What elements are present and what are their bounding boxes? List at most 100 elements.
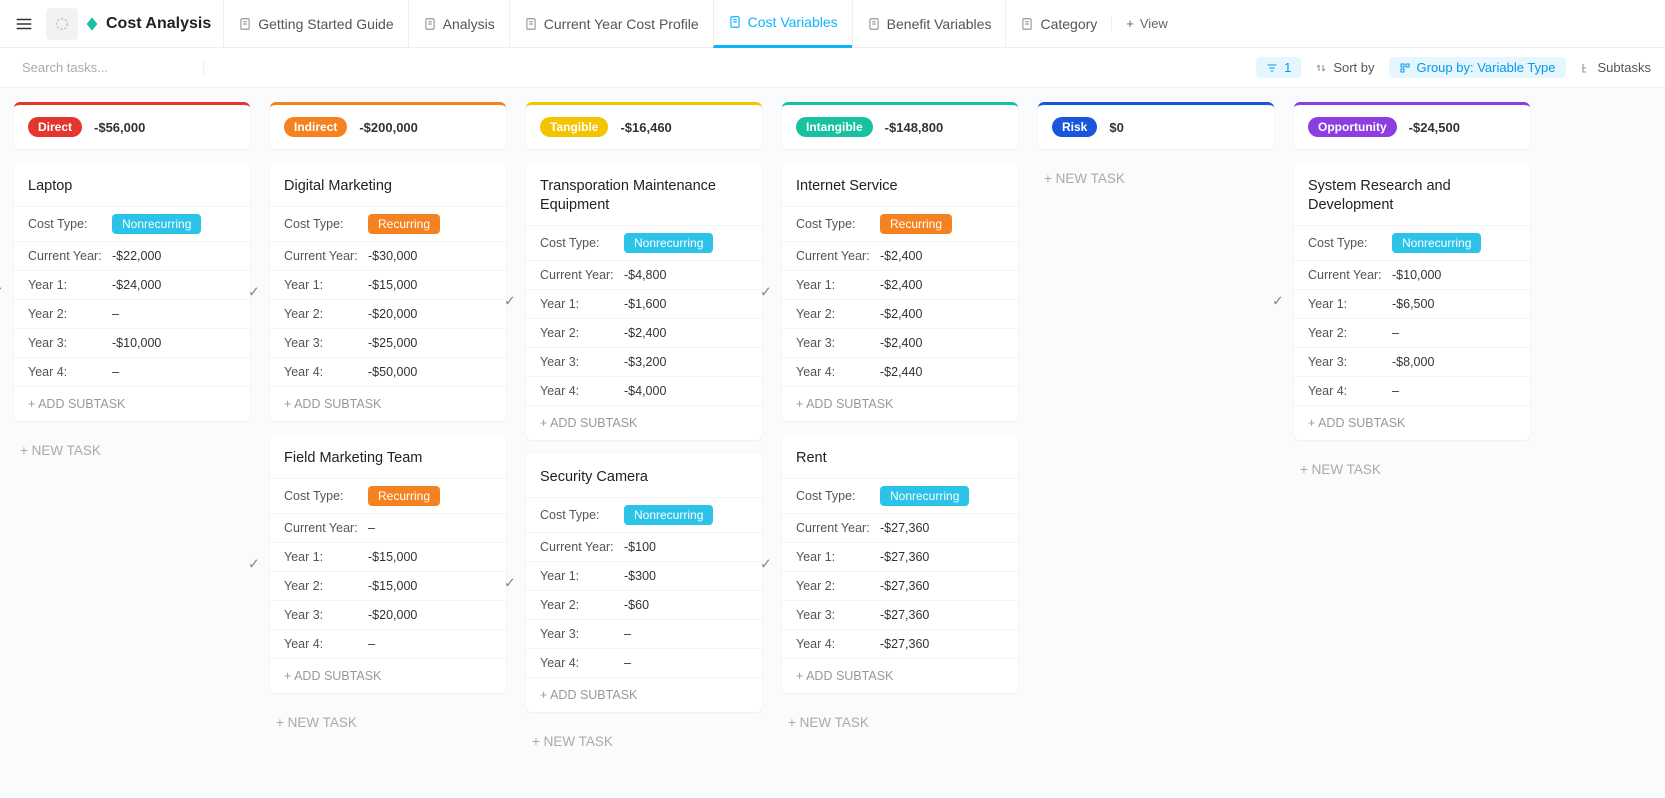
row-label: Year 3:	[540, 355, 624, 369]
row-value: –	[368, 637, 375, 651]
tab-label: Current Year Cost Profile	[544, 16, 699, 32]
new-task-button[interactable]: + NEW TASK	[14, 435, 250, 466]
new-task-button[interactable]: + NEW TASK	[270, 707, 506, 738]
row-value: -$3,200	[624, 355, 666, 369]
task-card[interactable]: Transporation Maintenance Equipment Cost…	[526, 163, 762, 440]
add-view-button[interactable]: + View	[1111, 16, 1182, 31]
column-amount: -$16,460	[620, 120, 671, 135]
task-card[interactable]: Internet Service Cost Type: Recurring Cu…	[782, 163, 1018, 421]
card-wrap: ✓ Internet Service Cost Type: Recurring …	[782, 163, 1018, 421]
cost-type-chip: Nonrecurring	[112, 214, 201, 234]
row-year4: Year 4:–	[1294, 376, 1530, 405]
row-current-year: Current Year:-$4,800	[526, 260, 762, 289]
check-icon[interactable]: ✓	[0, 283, 4, 300]
task-card[interactable]: Field Marketing Team Cost Type: Recurrin…	[270, 435, 506, 693]
check-icon[interactable]: ✓	[760, 283, 772, 300]
column-risk: Risk$0 + NEW TASK	[1038, 102, 1274, 194]
row-label: Year 2:	[540, 598, 624, 612]
add-subtask-button[interactable]: + ADD SUBTASK	[782, 386, 1018, 421]
column-header[interactable]: Opportunity-$24,500	[1294, 102, 1530, 149]
filter-count-pill[interactable]: 1	[1256, 57, 1301, 78]
add-subtask-button[interactable]: + ADD SUBTASK	[270, 386, 506, 421]
row-label: Year 2:	[284, 579, 368, 593]
tab-category[interactable]: Category	[1005, 0, 1111, 48]
tab-analysis[interactable]: Analysis	[408, 0, 509, 48]
add-subtask-button[interactable]: + ADD SUBTASK	[270, 658, 506, 693]
check-icon[interactable]: ✓	[248, 283, 260, 300]
card-title: Rent	[782, 447, 1018, 478]
row-label: Cost Type:	[28, 217, 112, 231]
column-header[interactable]: Indirect-$200,000	[270, 102, 506, 149]
sort-icon	[1315, 62, 1327, 74]
row-year1: Year 1:-$1,600	[526, 289, 762, 318]
column-header[interactable]: Tangible -$16,460	[526, 102, 762, 149]
task-card[interactable]: Digital Marketing Cost Type: Recurring C…	[270, 163, 506, 421]
board: Direct-$56,000 ✓ Laptop Cost Type: Nonrec…	[0, 88, 1665, 798]
task-card[interactable]: Rent Cost Type: Nonrecurring Current Yea…	[782, 435, 1018, 693]
row-label: Year 4:	[540, 656, 624, 670]
row-label: Cost Type:	[540, 236, 624, 250]
group-by-button[interactable]: Group by: Variable Type	[1389, 57, 1566, 78]
column-header[interactable]: Intangible-$148,800	[782, 102, 1018, 149]
column-badge: Tangible	[540, 117, 608, 137]
search-wrap	[14, 60, 204, 75]
row-cost-type: Cost Type: Nonrecurring	[526, 497, 762, 532]
tab-current-year-cost-profile[interactable]: Current Year Cost Profile	[509, 0, 713, 48]
card-wrap: ✓ Digital Marketing Cost Type: Recurring…	[270, 163, 506, 421]
doc-icon	[728, 15, 742, 29]
task-card[interactable]: Laptop Cost Type: Nonrecurring Current Y…	[14, 163, 250, 421]
row-year4: Year 4:–	[14, 357, 250, 386]
check-icon[interactable]: ✓	[504, 293, 516, 310]
brand: Cost Analysis	[84, 15, 211, 33]
plus-icon: +	[1126, 16, 1134, 31]
column-header[interactable]: Direct-$56,000	[14, 102, 250, 149]
subtasks-button[interactable]: Subtasks	[1580, 60, 1651, 75]
new-task-button[interactable]: + NEW TASK	[782, 707, 1018, 738]
cost-type-chip: Recurring	[880, 214, 952, 234]
row-current-year: Current Year:–	[270, 513, 506, 542]
cost-type-chip: Nonrecurring	[880, 486, 969, 506]
search-input[interactable]	[22, 60, 198, 75]
row-label: Cost Type:	[284, 489, 368, 503]
row-value: -$50,000	[368, 365, 417, 379]
check-icon[interactable]: ✓	[760, 555, 772, 572]
row-label: Year 3:	[1308, 355, 1392, 369]
new-task-button[interactable]: + NEW TASK	[1038, 163, 1274, 194]
task-card[interactable]: System Research and Development Cost Typ…	[1294, 163, 1530, 440]
new-task-button[interactable]: + NEW TASK	[1294, 454, 1530, 485]
subtasks-icon	[1580, 62, 1592, 74]
new-task-button[interactable]: + NEW TASK	[526, 726, 762, 757]
row-value: –	[624, 627, 631, 641]
row-label: Year 4:	[284, 365, 368, 379]
row-year1: Year 1:-$27,360	[782, 542, 1018, 571]
row-label: Cost Type:	[540, 508, 624, 522]
row-value: -$15,000	[368, 550, 417, 564]
check-icon[interactable]: ✓	[504, 574, 516, 591]
check-icon[interactable]: ✓	[1272, 293, 1284, 310]
tab-getting-started-guide[interactable]: Getting Started Guide	[223, 0, 407, 48]
hamburger-menu[interactable]	[8, 8, 40, 40]
doc-icon	[1020, 17, 1034, 31]
row-label: Year 4:	[1308, 384, 1392, 398]
card-title: System Research and Development	[1294, 175, 1530, 225]
row-label: Year 1:	[796, 550, 880, 564]
row-year3: Year 3:–	[526, 619, 762, 648]
column-badge: Opportunity	[1308, 117, 1397, 137]
add-subtask-button[interactable]: + ADD SUBTASK	[1294, 405, 1530, 440]
column-header[interactable]: Risk$0	[1038, 102, 1274, 149]
add-subtask-button[interactable]: + ADD SUBTASK	[526, 405, 762, 440]
add-subtask-button[interactable]: + ADD SUBTASK	[14, 386, 250, 421]
workspace-icon-box[interactable]	[46, 8, 78, 40]
row-label: Year 3:	[28, 336, 112, 350]
task-card[interactable]: Security Camera Cost Type: Nonrecurring …	[526, 454, 762, 712]
sort-by-button[interactable]: Sort by	[1315, 60, 1374, 75]
row-year4: Year 4:-$2,440	[782, 357, 1018, 386]
check-icon[interactable]: ✓	[248, 555, 260, 572]
row-label: Cost Type:	[796, 489, 880, 503]
row-year2: Year 2:-$15,000	[270, 571, 506, 600]
add-subtask-button[interactable]: + ADD SUBTASK	[782, 658, 1018, 693]
add-subtask-button[interactable]: + ADD SUBTASK	[526, 677, 762, 712]
tab-benefit-variables[interactable]: Benefit Variables	[852, 0, 1006, 48]
row-year4: Year 4:-$27,360	[782, 629, 1018, 658]
tab-cost-variables[interactable]: Cost Variables	[713, 0, 852, 48]
